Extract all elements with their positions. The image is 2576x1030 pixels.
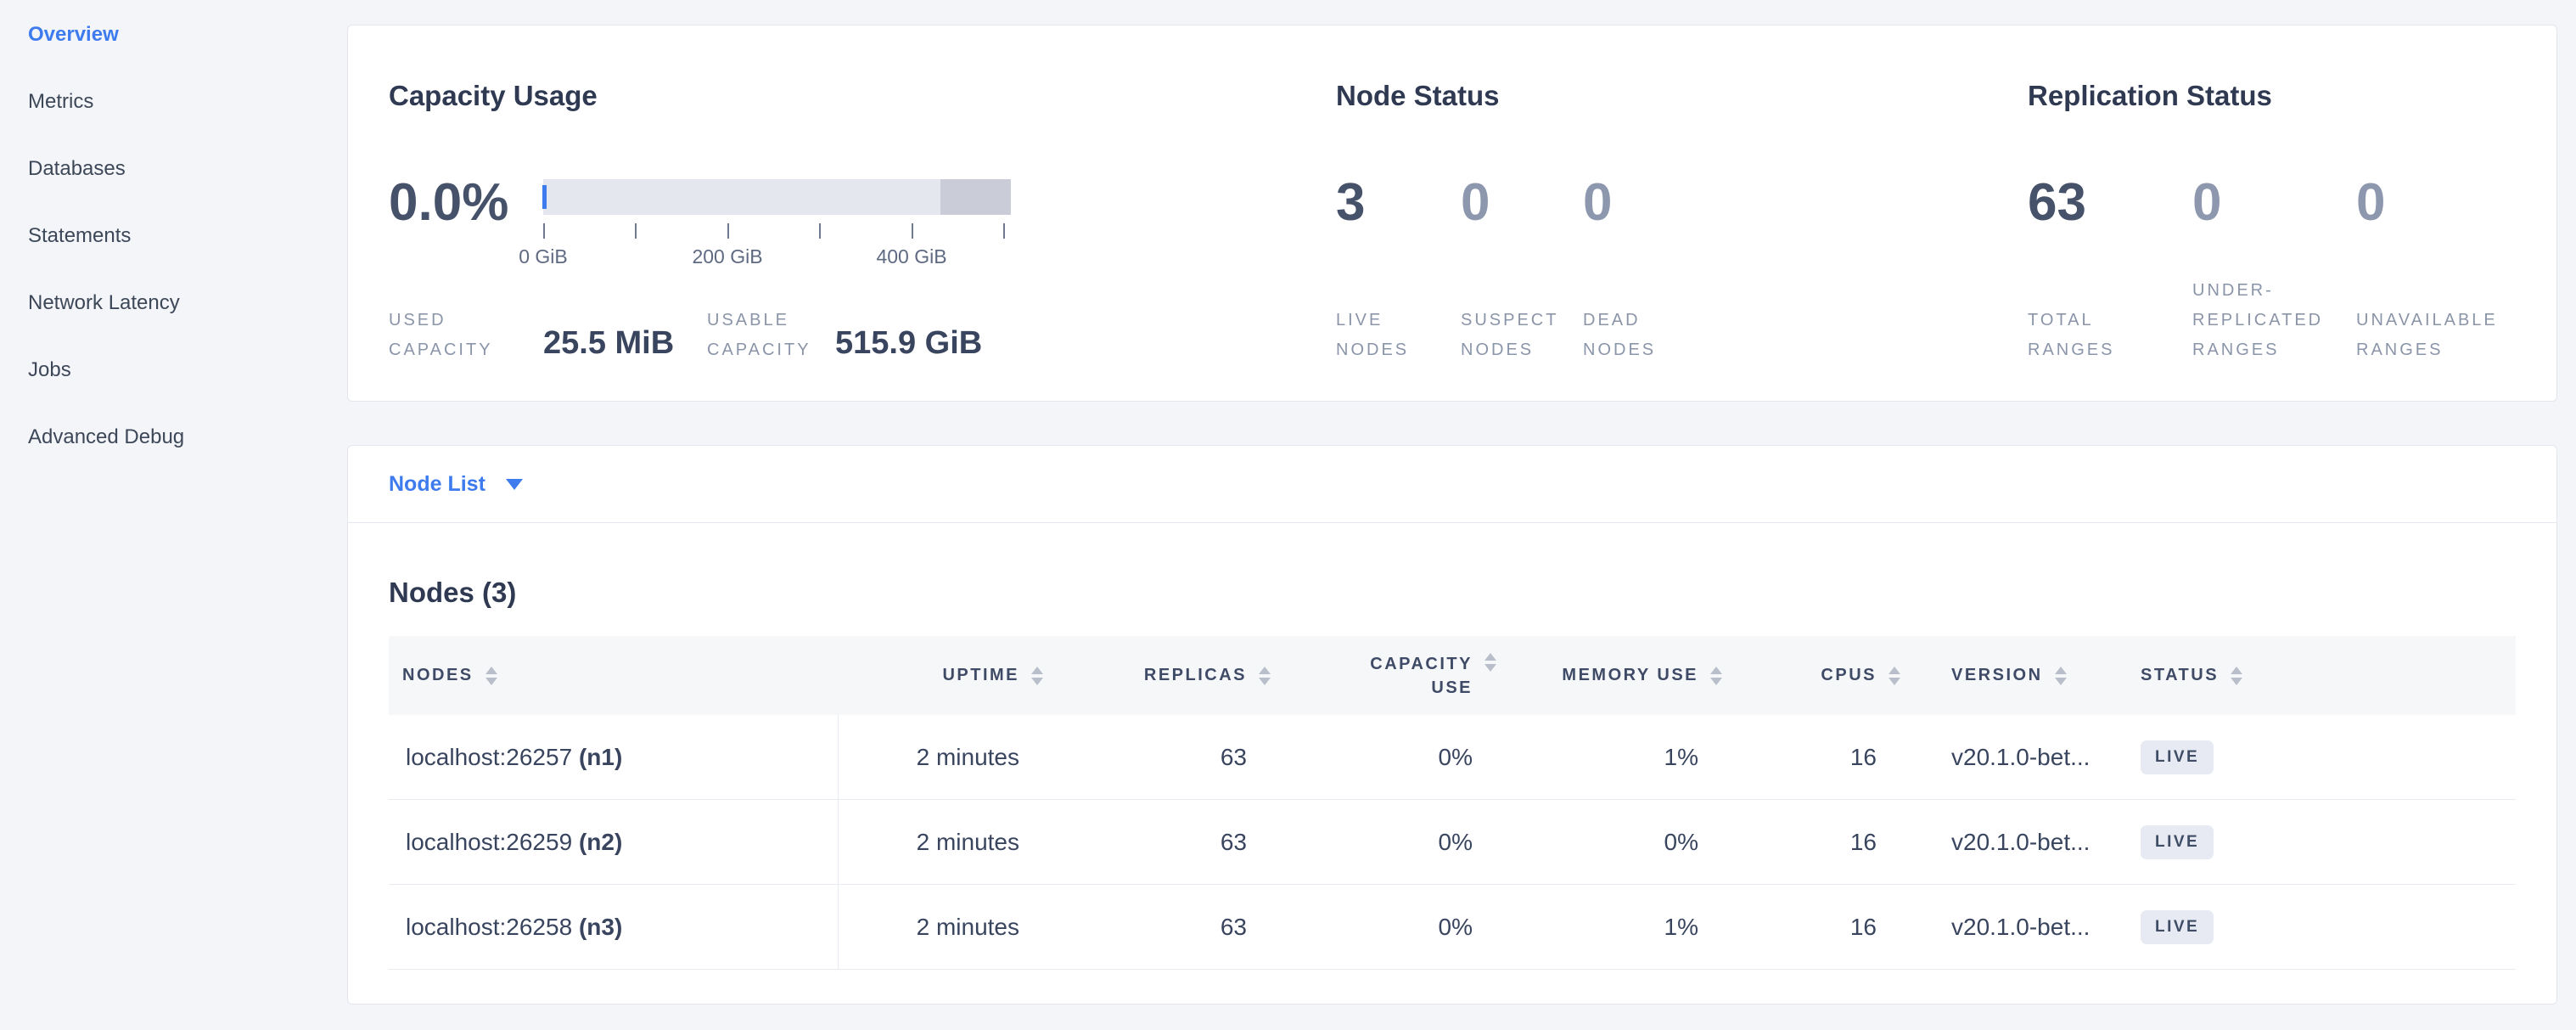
memory-use-cell: 1%: [1517, 885, 1743, 969]
replication-status-title: Replication Status: [2028, 80, 2272, 112]
suspect-nodes-label: SUSPECT NODES: [1461, 306, 1571, 365]
cluster-overview-page: Overview Metrics Databases Statements Ne…: [0, 0, 2576, 1030]
sort-arrows-icon: [485, 667, 497, 685]
sort-arrows-icon: [1031, 667, 1043, 685]
memory-use-cell: 1%: [1517, 715, 1743, 799]
node-list-dropdown-label: Node List: [389, 472, 485, 497]
replicas-cell: 63: [1064, 885, 1291, 969]
capacity-gauge-axis: 0 GiB 200 GiB 400 GiB: [543, 223, 1011, 283]
node-address: localhost:26257: [406, 744, 572, 771]
column-header-version[interactable]: VERSION: [1921, 636, 2127, 715]
nodes-table-title: Nodes (3): [389, 577, 2556, 609]
uptime-cell: 2 minutes: [839, 715, 1064, 799]
table-row-node-3[interactable]: localhost:26258 (n3) 2 minutes 63 0% 1% …: [389, 885, 2516, 970]
capacity-gauge-other-segment: [940, 179, 1011, 215]
column-header-memory-use[interactable]: MEMORY USE: [1517, 636, 1743, 715]
node-list-dropdown[interactable]: Node List: [348, 446, 2556, 523]
node-id: (n1): [579, 744, 622, 771]
capacity-use-cell: 0%: [1291, 885, 1517, 969]
total-ranges-count: 63: [2028, 177, 2086, 229]
uptime-cell: 2 minutes: [839, 885, 1064, 969]
column-header-capacity-use[interactable]: CAPACITY USE: [1291, 636, 1517, 715]
sidebar-item-databases[interactable]: Databases: [0, 135, 345, 202]
suspect-nodes-count: 0: [1461, 177, 1490, 229]
sidebar-item-statements[interactable]: Statements: [0, 202, 345, 269]
table-row-node-2[interactable]: localhost:26259 (n2) 2 minutes 63 0% 0% …: [389, 800, 2516, 885]
version-cell: v20.1.0-bet...: [1921, 715, 2127, 799]
cpus-cell: 16: [1743, 885, 1921, 969]
sidebar: Overview Metrics Databases Statements Ne…: [0, 0, 345, 1030]
memory-use-cell: 0%: [1517, 800, 1743, 884]
sort-arrows-icon: [2231, 667, 2242, 685]
dead-nodes-count: 0: [1583, 177, 1612, 229]
node-id: (n3): [579, 914, 622, 941]
nodes-table-header: NODES UPTIME REPLICAS CAPACITY USE MEMOR…: [389, 636, 2516, 715]
column-header-cpus[interactable]: CPUS: [1743, 636, 1921, 715]
column-header-nodes[interactable]: NODES: [389, 636, 839, 715]
node-id: (n2): [579, 829, 622, 856]
node-address: localhost:26258: [406, 914, 572, 941]
sidebar-item-jobs[interactable]: Jobs: [0, 336, 345, 403]
uptime-cell: 2 minutes: [839, 800, 1064, 884]
capacity-used-percent: 0.0%: [389, 177, 508, 229]
used-capacity-label: USED CAPACITY: [389, 306, 525, 365]
cpus-cell: 16: [1743, 715, 1921, 799]
axis-label-200: 200 GiB: [692, 245, 762, 268]
column-header-replicas[interactable]: REPLICAS: [1064, 636, 1291, 715]
live-nodes-count: 3: [1336, 177, 1365, 229]
capacity-use-cell: 0%: [1291, 715, 1517, 799]
status-badge: LIVE: [2141, 910, 2214, 944]
sort-arrows-icon: [2055, 667, 2067, 685]
node-status-title: Node Status: [1336, 80, 1500, 112]
node-list-card: Node List Nodes (3) NODES UPTIME REPLICA…: [347, 445, 2557, 1005]
used-capacity-value: 25.5 MiB: [543, 325, 674, 362]
sidebar-item-advanced-debug[interactable]: Advanced Debug: [0, 403, 345, 470]
under-replicated-label: UNDER-REPLICATED RANGES: [2192, 276, 2354, 365]
unavailable-label: UNAVAILABLE RANGES: [2356, 306, 2534, 365]
sort-arrows-icon: [1710, 667, 1722, 685]
axis-label-400: 400 GiB: [876, 245, 946, 268]
sort-arrows-icon: [1259, 667, 1271, 685]
version-cell: v20.1.0-bet...: [1921, 885, 2127, 969]
capacity-gauge-used-indicator: [542, 185, 547, 209]
version-cell: v20.1.0-bet...: [1921, 800, 2127, 884]
total-ranges-label: TOTAL RANGES: [2028, 306, 2138, 365]
sidebar-item-metrics[interactable]: Metrics: [0, 68, 345, 135]
capacity-gauge-bar: [543, 179, 1011, 215]
replicas-cell: 63: [1064, 715, 1291, 799]
cluster-summary-card: Capacity Usage 0.0% 0 GiB 200 GiB 400 Gi…: [347, 25, 2557, 402]
dead-nodes-label: DEAD NODES: [1583, 306, 1685, 365]
nodes-table: NODES UPTIME REPLICAS CAPACITY USE MEMOR…: [389, 636, 2516, 970]
sort-arrows-icon: [1484, 653, 1496, 672]
cpus-cell: 16: [1743, 800, 1921, 884]
status-badge: LIVE: [2141, 740, 2214, 774]
unavailable-count: 0: [2356, 177, 2385, 229]
replicas-cell: 63: [1064, 800, 1291, 884]
column-header-uptime[interactable]: UPTIME: [839, 636, 1064, 715]
capacity-use-cell: 0%: [1291, 800, 1517, 884]
table-row-node-1[interactable]: localhost:26257 (n1) 2 minutes 63 0% 1% …: [389, 715, 2516, 800]
axis-label-0: 0 GiB: [519, 245, 568, 268]
capacity-usage-title: Capacity Usage: [389, 80, 598, 112]
usable-capacity-label: USABLE CAPACITY: [707, 306, 851, 365]
chevron-down-icon: [506, 479, 523, 490]
sidebar-item-network-latency[interactable]: Network Latency: [0, 269, 345, 336]
under-replicated-count: 0: [2192, 177, 2221, 229]
live-nodes-label: LIVE NODES: [1336, 306, 1438, 365]
column-header-status[interactable]: STATUS: [2127, 636, 2517, 715]
sort-arrows-icon: [1889, 667, 1900, 685]
node-address: localhost:26259: [406, 829, 572, 856]
status-badge: LIVE: [2141, 825, 2214, 859]
sidebar-item-overview[interactable]: Overview: [0, 1, 345, 68]
usable-capacity-value: 515.9 GiB: [835, 325, 982, 362]
